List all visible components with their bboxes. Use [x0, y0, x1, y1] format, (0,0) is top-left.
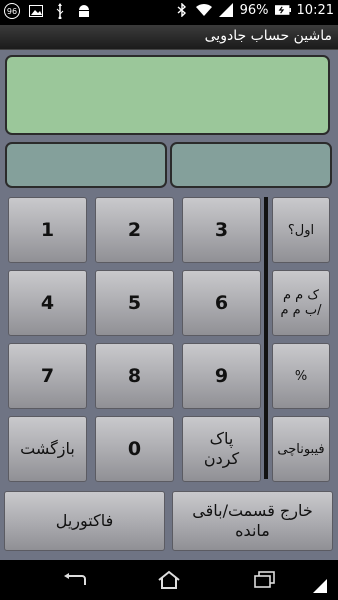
- battery-charging-icon: [274, 2, 291, 18]
- secondary-display-right: [170, 142, 332, 188]
- main-display: [5, 55, 330, 135]
- overflow-menu-icon[interactable]: [310, 576, 330, 596]
- recent-apps-icon[interactable]: [252, 568, 278, 592]
- wifi-icon: [195, 2, 212, 18]
- quotient-remainder-button[interactable]: خارج قسمت/باقی مانده: [172, 491, 333, 551]
- digit-3-button[interactable]: 3: [182, 197, 261, 263]
- digit-8-button[interactable]: 8: [95, 343, 174, 409]
- fibonacci-button[interactable]: فیبوناچی: [272, 416, 330, 482]
- keypad-divider: [264, 197, 268, 479]
- digit-9-button[interactable]: 9: [182, 343, 261, 409]
- back-icon[interactable]: [62, 568, 88, 592]
- signal-icon: [218, 2, 234, 18]
- digit-7-button[interactable]: 7: [8, 343, 87, 409]
- factorial-button[interactable]: فاکتوریل: [4, 491, 165, 551]
- notification-badge-count: 96: [6, 6, 18, 16]
- secondary-display-left: [5, 142, 167, 188]
- digit-4-button[interactable]: 4: [8, 270, 87, 336]
- digit-1-button[interactable]: 1: [8, 197, 87, 263]
- backspace-button[interactable]: بازگشت: [8, 416, 87, 482]
- battery-percent: 96%: [239, 2, 269, 18]
- digit-0-button[interactable]: 0: [95, 416, 174, 482]
- image-icon: [28, 3, 44, 19]
- home-icon[interactable]: [156, 568, 182, 592]
- app-title-bar: ماشین حساب جادویی: [0, 25, 338, 50]
- app-title: ماشین حساب جادویی: [204, 28, 332, 44]
- clear-button[interactable]: پاک کردن: [182, 416, 261, 482]
- gcd-lcm-button[interactable]: ک م م /ب م م: [272, 270, 330, 336]
- status-bar: 96 96% 10:21: [0, 0, 338, 25]
- prime-check-button[interactable]: اول؟: [272, 197, 330, 263]
- digit-2-button[interactable]: 2: [95, 197, 174, 263]
- bluetooth-icon: [174, 2, 190, 18]
- clock: 10:21: [296, 2, 334, 18]
- android-debug-icon: [76, 3, 92, 19]
- notification-badge-icon: 96: [4, 3, 20, 19]
- usb-icon: [52, 3, 68, 19]
- digit-5-button[interactable]: 5: [95, 270, 174, 336]
- digit-6-button[interactable]: 6: [182, 270, 261, 336]
- navigation-bar: [0, 560, 338, 600]
- percent-button[interactable]: %: [272, 343, 330, 409]
